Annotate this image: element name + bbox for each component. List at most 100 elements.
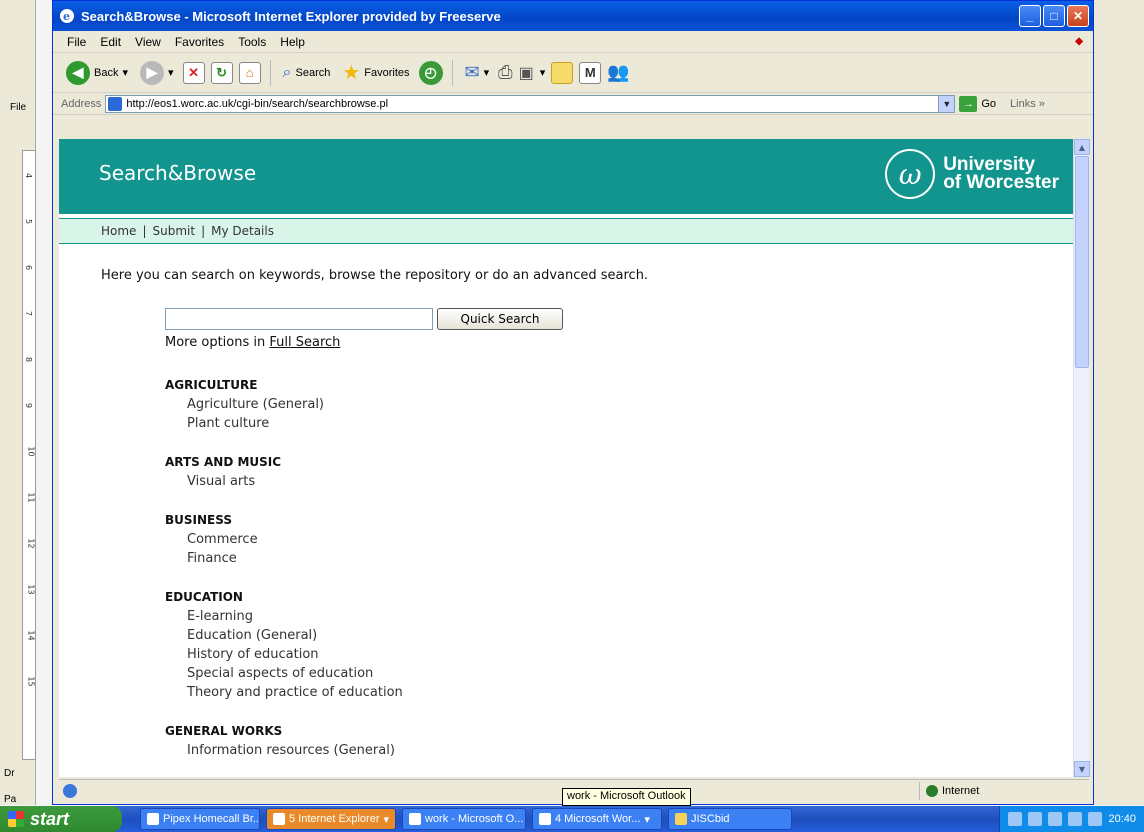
folder-icon <box>675 813 687 825</box>
subject-link[interactable]: History of education <box>165 645 403 664</box>
search-button[interactable]: ⌕ Search <box>280 58 334 88</box>
word-file-menu[interactable]: File <box>10 102 26 113</box>
word-left-panel: File 4 5 6 7 8 9 10 11 12 13 14 15 Dr Pa <box>0 0 36 805</box>
task-jiscbid[interactable]: JISCbid <box>668 808 792 830</box>
task-outlook[interactable]: work - Microsoft O... <box>402 808 526 830</box>
subject-link[interactable]: Visual arts <box>165 472 403 491</box>
nav-separator: | <box>201 224 206 238</box>
subject-link[interactable]: Education (General) <box>165 626 403 645</box>
toolbar-separator <box>451 59 453 86</box>
home-icon[interactable]: ⌂ <box>238 61 261 84</box>
menu-help[interactable]: Help <box>280 35 305 49</box>
page-icon <box>108 96 123 111</box>
tray-icon[interactable] <box>1048 812 1063 826</box>
vertical-scrollbar[interactable]: ▲ ▼ <box>1073 139 1090 777</box>
ruler-tick: 14 <box>26 630 36 641</box>
chevron-down-icon[interactable]: ▾ <box>122 66 128 79</box>
subject-heading[interactable]: AGRICULTURE <box>165 375 403 395</box>
more-options-text: More options in <box>165 335 266 350</box>
intro-text: Here you can search on keywords, browse … <box>101 268 649 283</box>
subject-heading[interactable]: GENERAL WORKS <box>165 721 403 741</box>
page-status-icon <box>63 783 77 798</box>
subject-link[interactable]: E-learning <box>165 607 403 626</box>
subject-heading[interactable]: EDUCATION <box>165 587 403 607</box>
subject-link[interactable]: Commerce <box>165 530 403 549</box>
ruler-tick: 5 <box>24 218 34 225</box>
messenger-m-icon[interactable]: M <box>579 61 602 84</box>
subject-list: AGRICULTURE Agriculture (General) Plant cu… <box>165 375 403 777</box>
favorites-button[interactable]: ★ Favorites <box>339 58 412 88</box>
menu-view[interactable]: View <box>135 35 161 49</box>
site-nav: Home | Submit | My Details <box>59 218 1073 244</box>
subject-link[interactable]: Plant culture <box>165 414 403 433</box>
refresh-icon[interactable]: ↻ <box>210 61 233 84</box>
forward-button[interactable]: ▶ ▾ <box>137 58 177 88</box>
scroll-up-icon[interactable]: ▲ <box>1074 139 1090 155</box>
go-arrow-icon: → <box>959 95 978 112</box>
users-icon[interactable]: 👥 <box>607 62 629 83</box>
start-button[interactable]: start <box>0 806 122 832</box>
task-pipex[interactable]: Pipex Homecall Br... <box>140 808 260 830</box>
nav-submit-link[interactable]: Submit <box>152 224 195 238</box>
notes-icon[interactable] <box>551 61 574 84</box>
scroll-down-icon[interactable]: ▼ <box>1074 761 1090 777</box>
menu-bar: File Edit View Favorites Tools Help ◆ <box>53 31 1093 53</box>
university-logo[interactable]: ω University of Worcester <box>885 149 1059 199</box>
address-input[interactable]: http://eos1.worc.ac.uk/cgi-bin/search/se… <box>105 94 956 113</box>
menu-file[interactable]: File <box>67 35 86 49</box>
svg-text:e: e <box>63 10 70 23</box>
mail-button[interactable]: ✉ ▾ <box>462 58 493 88</box>
chevron-down-icon[interactable]: ▾ <box>484 66 490 79</box>
print-icon[interactable]: ⎙ <box>498 62 512 83</box>
minimize-button[interactable]: _ <box>1019 5 1041 27</box>
maximize-button[interactable]: □ <box>1043 5 1065 27</box>
start-label: start <box>30 808 70 829</box>
full-search-link[interactable]: Full Search <box>269 335 340 350</box>
subject-link[interactable]: Theory and practice of education <box>165 683 403 702</box>
chevron-down-icon[interactable]: ▾ <box>540 66 546 79</box>
freeserve-logo-icon: ◆ <box>1075 36 1083 47</box>
menu-edit[interactable]: Edit <box>100 35 121 49</box>
chevron-down-icon[interactable]: ▼ <box>938 95 955 112</box>
security-zone: Internet <box>919 781 1089 800</box>
nav-home-link[interactable]: Home <box>101 224 136 238</box>
chevron-down-icon[interactable]: ▾ <box>168 66 174 79</box>
edit-icon[interactable]: ▣ <box>519 63 534 83</box>
zone-label: Internet <box>942 784 980 797</box>
title-bar[interactable]: e Search&Browse - Microsoft Internet Exp… <box>53 1 1093 31</box>
back-button[interactable]: ◀ Back ▾ <box>63 58 131 88</box>
subject-link[interactable]: Information resources (General) <box>165 741 403 760</box>
tray-icon[interactable] <box>1008 812 1023 826</box>
app-icon <box>147 813 159 825</box>
ie-icon: e <box>60 9 74 23</box>
task-label: 5 Internet Explorer <box>289 813 380 825</box>
subject-group: EDUCATION E-learning Education (General) Hi… <box>165 587 403 702</box>
task-label: work - Microsoft O... <box>425 813 524 825</box>
task-word[interactable]: 4 Microsoft Wor... ▾ <box>532 808 662 830</box>
menu-tools[interactable]: Tools <box>238 35 266 49</box>
close-button[interactable]: ✕ <box>1067 5 1089 27</box>
subject-link[interactable]: Agriculture (General) <box>165 395 403 414</box>
search-input[interactable] <box>165 308 433 330</box>
quick-search-button[interactable]: Quick Search <box>437 308 563 330</box>
quick-search-form: Quick Search <box>165 308 563 330</box>
scroll-thumb[interactable] <box>1075 156 1089 368</box>
menu-favorites[interactable]: Favorites <box>175 35 224 49</box>
tray-icon[interactable] <box>1028 812 1043 826</box>
word-vertical-ruler: 4 5 6 7 8 9 10 11 12 13 14 15 <box>22 150 36 760</box>
links-button[interactable]: Links » <box>1010 98 1045 110</box>
nav-my-details-link[interactable]: My Details <box>211 224 274 238</box>
tray-icon[interactable] <box>1068 812 1083 826</box>
stop-icon[interactable]: ✕ <box>182 61 205 84</box>
ruler-tick: 13 <box>26 584 36 595</box>
subject-link[interactable]: Finance <box>165 549 403 568</box>
subject-link[interactable]: Special aspects of education <box>165 664 403 683</box>
tray-icon[interactable] <box>1088 812 1103 826</box>
go-button[interactable]: → Go <box>959 95 996 112</box>
task-label: JISCbid <box>691 813 730 825</box>
history-icon[interactable]: ◴ <box>418 60 443 85</box>
task-internet-explorer[interactable]: 5 Internet Explorer ▾ <box>266 808 396 830</box>
subject-heading[interactable]: ARTS AND MUSIC <box>165 452 403 472</box>
subject-heading[interactable]: BUSINESS <box>165 510 403 530</box>
taskbar-tooltip: work - Microsoft Outlook <box>562 788 691 806</box>
